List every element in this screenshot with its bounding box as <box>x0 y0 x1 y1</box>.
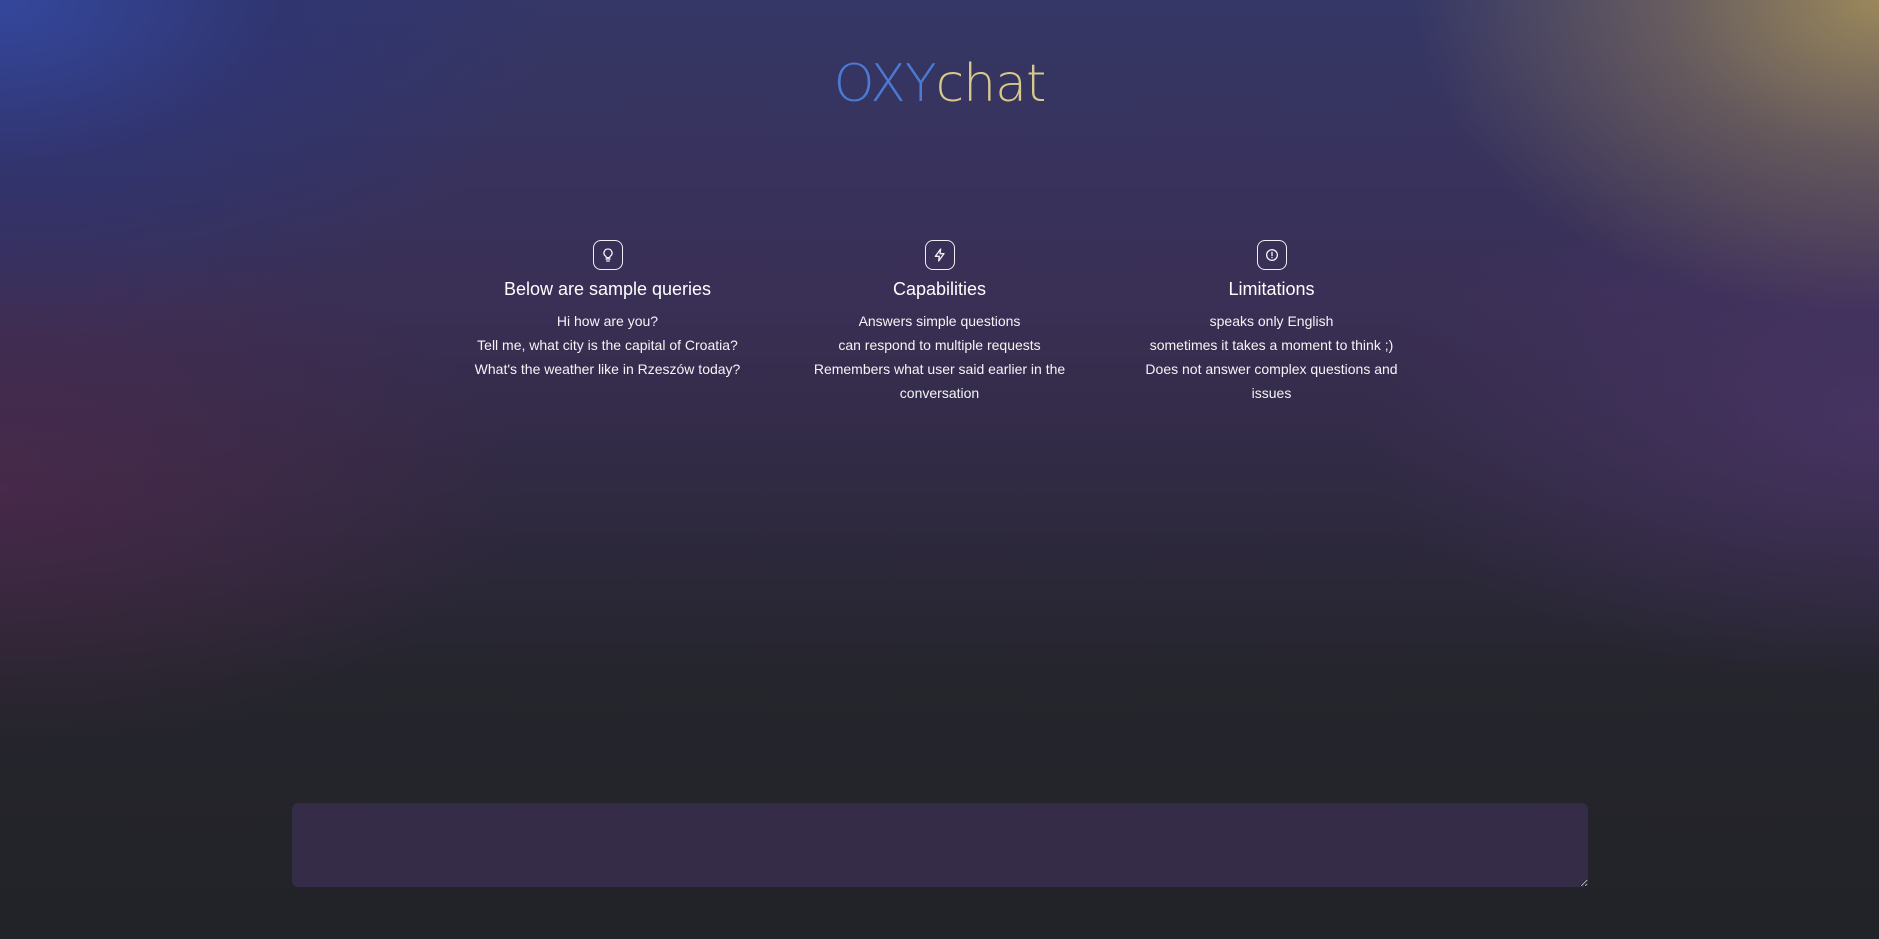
background-gradient <box>0 0 1879 939</box>
limitations-list: speaks only English sometimes it takes a… <box>1126 309 1418 405</box>
lightbulb-icon <box>592 240 623 270</box>
alert-circle-icon <box>1256 240 1287 270</box>
sample-query-item[interactable]: Tell me, what city is the capital of Cro… <box>462 333 754 357</box>
capabilities-title: Capabilities <box>892 279 987 299</box>
limitations-column: Limitations speaks only English sometime… <box>1126 240 1418 405</box>
capability-item: Answers simple questions <box>858 313 1021 329</box>
sample-query-item[interactable]: Hi how are you? <box>462 309 754 333</box>
sample-query-item[interactable]: What's the weather like in Rzeszów today… <box>462 357 754 381</box>
limitation-item: Does not answer complex questions and is… <box>1145 361 1398 401</box>
sample-queries-title: Below are sample queries <box>503 279 712 299</box>
chat-input-container <box>292 803 1588 887</box>
sample-queries-list: Hi how are you? Tell me, what city is th… <box>462 309 754 381</box>
limitation-item: sometimes it takes a moment to think ;) <box>1149 337 1394 353</box>
lightning-bolt-icon <box>924 240 955 270</box>
sample-queries-column: Below are sample queries Hi how are you?… <box>462 240 754 405</box>
limitation-item: speaks only English <box>1209 313 1334 329</box>
capability-item: can respond to multiple requests <box>838 337 1041 353</box>
logo-chat: chat <box>935 54 1047 114</box>
limitations-title: Limitations <box>1228 279 1315 299</box>
capabilities-list: Answers simple questions can respond to … <box>794 309 1086 405</box>
logo-oxy: OXY <box>833 54 937 114</box>
capabilities-column: Capabilities Answers simple questions ca… <box>794 240 1086 405</box>
info-columns: Below are sample queries Hi how are you?… <box>0 240 1879 405</box>
chat-input[interactable] <box>292 803 1588 887</box>
app-logo: OXYchat <box>0 52 1879 116</box>
capability-item: Remembers what user said earlier in the … <box>813 361 1066 401</box>
